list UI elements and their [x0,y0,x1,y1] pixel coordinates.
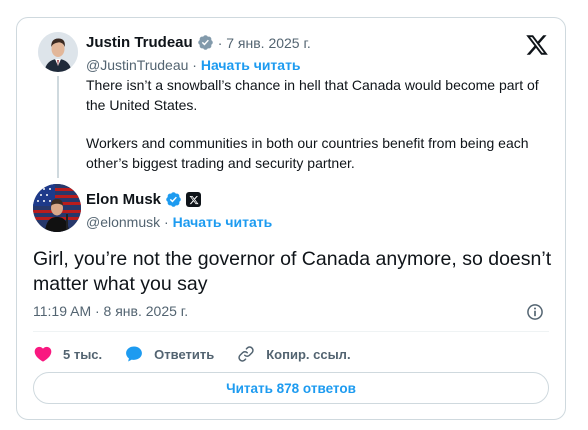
main-handle-row: @elonmusk · Начать читать [86,214,272,230]
main-tweet-timestamp[interactable]: 11:19 AM · 8 янв. 2025 г. [33,303,188,319]
quoted-author-handle[interactable]: @JustinTrudeau [86,57,188,73]
avatar-image [33,184,81,232]
follow-link-musk[interactable]: Начать читать [173,214,273,230]
avatar-justin-trudeau[interactable] [38,32,78,72]
main-author-row: Elon Musk [86,191,202,208]
main-author-handle[interactable]: @elonmusk [86,214,160,230]
like-count: 5 тыс. [63,346,103,362]
x-affiliation-badge-icon[interactable] [186,192,202,207]
copy-link-label: Копир. ссыл. [266,346,351,362]
quoted-author-name[interactable]: Justin Trudeau [86,34,193,51]
copy-link-button[interactable]: Копир. ссыл. [236,344,351,364]
divider [33,331,549,332]
heart-icon [34,346,52,362]
read-replies-button[interactable]: Читать 878 ответов [33,372,549,404]
quoted-handle-row: @JustinTrudeau · Начать читать [86,57,301,73]
reply-label: Ответить [154,346,215,362]
separator-dot: · [160,214,173,230]
reply-button[interactable]: Ответить [124,344,214,364]
link-icon [238,346,254,362]
thread-connector-line [57,76,59,178]
avatar-elon-musk[interactable] [33,184,81,232]
action-bar: 5 тыс. Ответить Копир. ссыл. [33,342,373,366]
quoted-tweet-text: There isn’t a snowball’s chance in hell … [86,76,556,173]
separator-dot: · [188,57,201,73]
info-icon[interactable] [525,302,545,322]
main-tweet-text: Girl, you’re not the governor of Canada … [33,248,552,295]
follow-link-trudeau[interactable]: Начать читать [201,57,301,73]
main-author-name[interactable]: Elon Musk [86,191,161,208]
verified-gray-icon [197,35,213,50]
verified-blue-icon [166,192,181,207]
quoted-paragraph-1: There isn’t a snowball’s chance in hell … [86,77,539,113]
x-logo-icon[interactable] [525,33,549,57]
x-mini-logo-icon [189,195,199,204]
reply-bubble-icon [126,346,143,362]
like-button[interactable]: 5 тыс. [33,344,102,364]
quoted-author-row: Justin Trudeau · 7 янв. 2025 г. [86,34,311,51]
quoted-tweet-date[interactable]: · 7 янв. 2025 г. [218,35,311,51]
embedded-tweet-card: Justin Trudeau · 7 янв. 2025 г. @JustinT… [16,17,566,420]
avatar-image [38,32,78,72]
quoted-paragraph-2: Workers and communities in both our coun… [86,135,529,171]
